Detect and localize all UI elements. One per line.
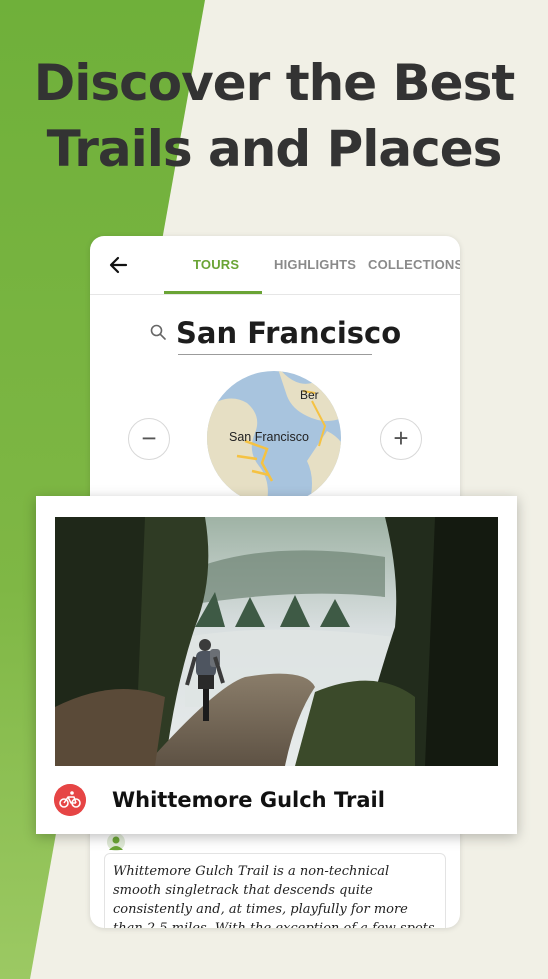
active-tab-indicator — [164, 291, 262, 294]
headline: Discover the Best Trails and Places — [0, 50, 548, 182]
back-arrow-icon[interactable] — [106, 252, 132, 278]
headline-line-2: Trails and Places — [46, 120, 503, 178]
tab-bar: TOURS HIGHLIGHTS COLLECTIONS — [90, 236, 460, 295]
tab-tours[interactable]: TOURS — [193, 257, 239, 272]
description-box: Whittemore Gulch Trail is a non-technica… — [104, 853, 446, 928]
headline-line-1: Discover the Best — [33, 54, 515, 112]
zoom-out-button[interactable]: − — [128, 418, 170, 460]
search-input-value[interactable]: San Francisco — [176, 316, 401, 350]
tab-collections[interactable]: COLLECTIONS — [368, 257, 460, 272]
mountain-bike-icon — [54, 784, 86, 816]
map-label-berkeley: Ber — [300, 388, 319, 402]
search-icon — [150, 324, 166, 340]
trail-description: Whittemore Gulch Trail is a non-technica… — [113, 864, 439, 928]
search-underline — [178, 354, 372, 355]
trail-card[interactable]: Whittemore Gulch Trail — [36, 496, 517, 834]
trail-name[interactable]: Whittemore Gulch Trail — [112, 788, 385, 812]
zoom-in-button[interactable]: + — [380, 418, 422, 460]
author-avatar-icon — [107, 833, 125, 851]
map-label-san-francisco: San Francisco — [229, 430, 309, 444]
tab-highlights[interactable]: HIGHLIGHTS — [274, 257, 356, 272]
trail-photo — [55, 517, 498, 766]
map-preview[interactable]: San Francisco Ber — [207, 371, 341, 505]
